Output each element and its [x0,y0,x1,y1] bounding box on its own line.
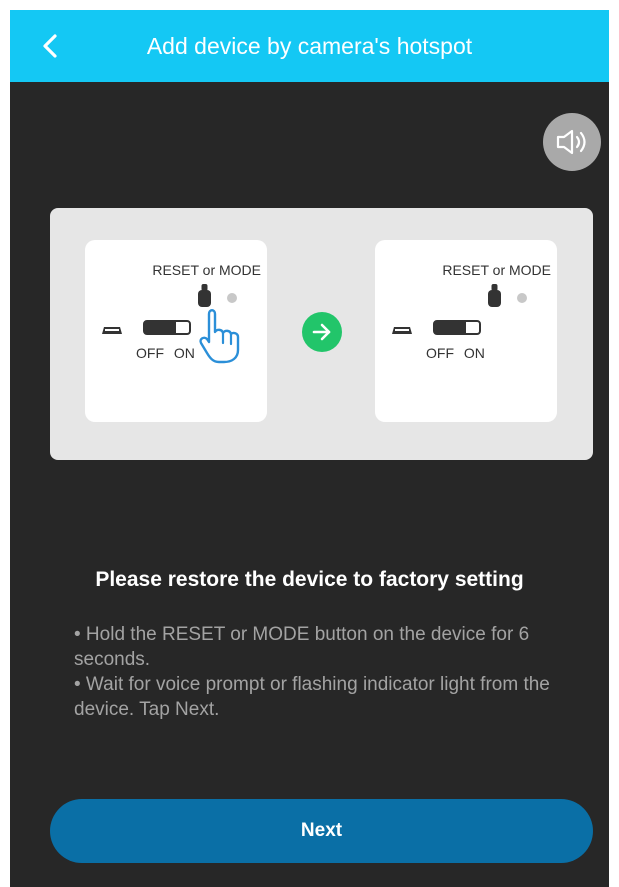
indicator-light [227,293,237,303]
switch-labels: OFF ON [426,345,485,361]
page-title: Add device by camera's hotspot [146,33,473,59]
instruction-heading: Please restore the device to factory set… [95,568,524,591]
step-card-after: RESET or MODE OFF ON [375,240,557,422]
power-switch [143,320,191,335]
speaker-button[interactable] [543,113,601,171]
reset-button-graphic [198,284,211,307]
reset-mode-label: RESET or MODE [442,262,551,278]
reset-mode-label: RESET or MODE [152,262,261,278]
hand-pointer-icon [199,309,240,364]
chevron-left-icon [43,34,57,58]
app-screen: Add device by camera's hotspot RESET or … [10,10,609,887]
reset-illustration: RESET or MODE OFF ON RESET or MODE OFF O… [50,208,593,460]
arrow-right-icon [312,323,331,341]
usb-port-graphic [102,327,122,334]
speaker-icon [556,129,586,155]
instruction-item: • Hold the RESET or MODE button on the d… [74,624,530,670]
header-bar: Add device by camera's hotspot [10,10,609,82]
reset-button-graphic [488,284,501,307]
step-card-before: RESET or MODE OFF ON [85,240,267,422]
instruction-item: • Wait for voice prompt or flashing indi… [74,674,550,720]
arrow-right-badge [302,312,342,352]
next-button[interactable]: Next [50,799,593,863]
switch-labels: OFF ON [136,345,195,361]
power-switch [433,320,481,335]
back-button[interactable] [32,28,68,64]
instruction-list: • Hold the RESET or MODE button on the d… [74,622,574,722]
indicator-light [517,293,527,303]
usb-port-graphic [392,327,412,334]
